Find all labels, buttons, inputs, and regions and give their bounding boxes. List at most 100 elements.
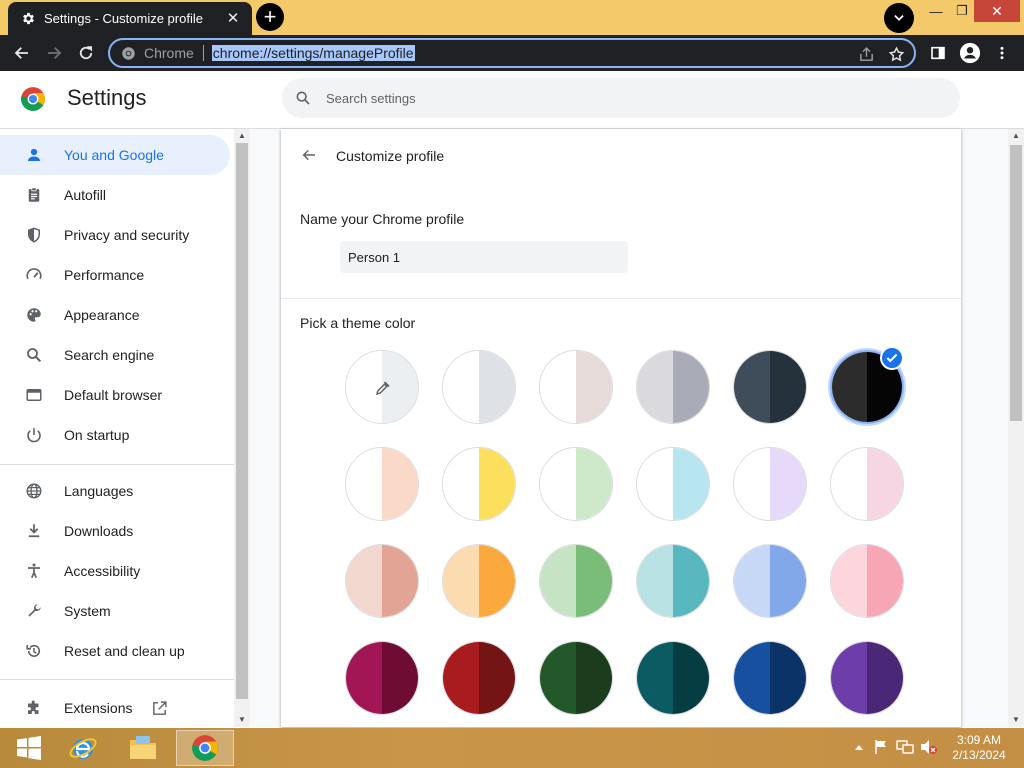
theme-swatch-teal[interactable] xyxy=(636,544,710,618)
minimize-button[interactable]: — xyxy=(922,0,950,22)
page-title: Settings xyxy=(67,85,147,110)
tray-chevron-up-icon[interactable] xyxy=(850,738,868,756)
accessibility-icon xyxy=(24,561,44,581)
main-scroll-thumb[interactable] xyxy=(1010,145,1022,421)
swatch-left-half xyxy=(443,642,479,714)
scroll-up-arrow-icon[interactable]: ▲ xyxy=(234,129,250,143)
theme-swatch-dark-slate[interactable] xyxy=(733,350,807,424)
swatch-left-half xyxy=(346,642,382,714)
card-header: Customize profile xyxy=(281,129,961,181)
tab-search-button[interactable] xyxy=(884,3,914,33)
swatch-right-half xyxy=(576,448,612,520)
profile-name-input[interactable] xyxy=(340,241,628,273)
sidebar-item-system[interactable]: System xyxy=(0,591,230,631)
sidebar-item-performance[interactable]: Performance xyxy=(0,255,230,295)
speedometer-icon xyxy=(24,265,44,285)
start-button[interactable] xyxy=(0,730,58,766)
profile-button[interactable] xyxy=(956,39,984,67)
sidebar-item-autofill[interactable]: Autofill xyxy=(0,175,230,215)
close-window-button[interactable]: ✕ xyxy=(974,0,1020,22)
sidebar-item-accessibility[interactable]: Accessibility xyxy=(0,551,230,591)
folder-icon xyxy=(130,736,156,759)
power-icon xyxy=(24,425,44,445)
sidebar-item-you-and-google[interactable]: You and Google xyxy=(0,135,230,175)
swatch-right-half xyxy=(479,351,515,423)
theme-swatch-default[interactable] xyxy=(442,350,516,424)
theme-swatch-green-dark[interactable] xyxy=(539,641,613,715)
sidebar-item-languages[interactable]: Languages xyxy=(0,471,230,511)
taskbar-chrome[interactable] xyxy=(176,730,234,766)
sidebar-item-default-browser[interactable]: Default browser xyxy=(0,375,230,415)
volume-muted-icon[interactable] xyxy=(920,738,938,756)
sidebar-item-extensions[interactable]: Extensions xyxy=(0,688,230,727)
theme-swatch-blue-dark[interactable] xyxy=(733,641,807,715)
theme-swatch-custom[interactable] xyxy=(345,350,419,424)
taskbar-internet-explorer[interactable] xyxy=(54,730,112,766)
reload-button[interactable] xyxy=(72,39,100,67)
tab-close-icon[interactable]: ✕ xyxy=(224,10,242,28)
swatch-left-half xyxy=(443,448,479,520)
theme-swatch-purple-dark[interactable] xyxy=(830,641,904,715)
sidebar-scroll-thumb[interactable] xyxy=(236,143,248,699)
scroll-down-arrow-icon[interactable]: ▼ xyxy=(234,713,250,727)
sidebar-item-on-startup[interactable]: On startup xyxy=(0,415,230,455)
sidebar-item-label: System xyxy=(64,603,111,619)
bookmark-star-icon[interactable] xyxy=(886,44,906,64)
theme-swatch-orange[interactable] xyxy=(442,544,516,618)
card-title: Customize profile xyxy=(336,148,445,164)
theme-swatch-peach-light[interactable] xyxy=(345,447,419,521)
theme-swatch-rose[interactable] xyxy=(345,544,419,618)
theme-swatch-magenta-dark[interactable] xyxy=(345,641,419,715)
swatch-right-half xyxy=(479,448,515,520)
theme-swatch-grey[interactable] xyxy=(636,350,710,424)
theme-swatch-pink-light[interactable] xyxy=(830,447,904,521)
arrow-left-icon xyxy=(14,47,28,59)
theme-swatch-teal-dark[interactable] xyxy=(636,641,710,715)
search-input[interactable] xyxy=(326,90,926,106)
share-icon[interactable] xyxy=(856,44,876,64)
clock-date: 2/13/2024 xyxy=(952,748,1006,762)
scroll-down-arrow-icon[interactable]: ▼ xyxy=(1008,713,1024,727)
sidebar-item-privacy[interactable]: Privacy and security xyxy=(0,215,230,255)
swatch-right-half xyxy=(576,545,612,617)
flag-icon[interactable] xyxy=(872,738,890,756)
menu-button[interactable] xyxy=(988,39,1016,67)
back-button[interactable] xyxy=(8,39,36,67)
restore-button[interactable]: ❐ xyxy=(950,0,974,22)
theme-swatch-red-dark[interactable] xyxy=(442,641,516,715)
theme-swatch-blue[interactable] xyxy=(733,544,807,618)
sidebar-item-label: Accessibility xyxy=(64,563,141,579)
forward-button[interactable] xyxy=(40,39,68,67)
sidebar-item-downloads[interactable]: Downloads xyxy=(0,511,230,551)
theme-swatch-yellow-light[interactable] xyxy=(442,447,516,521)
swatch-right-half xyxy=(673,351,709,423)
scroll-up-arrow-icon[interactable]: ▲ xyxy=(1008,129,1024,143)
sidebar-scrollbar[interactable]: ▲ ▼ xyxy=(234,129,250,727)
network-icon[interactable] xyxy=(896,738,914,756)
theme-swatch-pink[interactable] xyxy=(830,544,904,618)
back-arrow-button[interactable] xyxy=(297,143,321,167)
new-tab-button[interactable]: + xyxy=(256,3,284,31)
swatch-left-half xyxy=(443,545,479,617)
theme-swatch-lavender-light[interactable] xyxy=(733,447,807,521)
side-panel-button[interactable] xyxy=(924,39,952,67)
theme-swatch-cyan-light[interactable] xyxy=(636,447,710,521)
theme-swatch-light-warm-grey[interactable] xyxy=(539,350,613,424)
sidebar-item-appearance[interactable]: Appearance xyxy=(0,295,230,335)
tab-title: Settings - Customize profile xyxy=(44,11,203,26)
sidebar-item-reset[interactable]: Reset and clean up xyxy=(0,631,230,671)
swatch-right-half xyxy=(867,642,903,714)
sidebar-item-search-engine[interactable]: Search engine xyxy=(0,335,230,375)
taskbar-file-explorer[interactable] xyxy=(114,730,172,766)
swatch-left-half xyxy=(637,545,673,617)
palette-icon xyxy=(24,305,44,325)
main-scrollbar[interactable]: ▲ ▼ xyxy=(1008,129,1024,727)
theme-swatch-green[interactable] xyxy=(539,544,613,618)
tab-settings[interactable]: Settings - Customize profile ✕ xyxy=(8,2,252,35)
url-text[interactable]: chrome://settings/manageProfile xyxy=(211,45,415,61)
theme-swatch-green-light[interactable] xyxy=(539,447,613,521)
swatch-right-half xyxy=(673,642,709,714)
taskbar-clock[interactable]: 3:09 AM 2/13/2024 xyxy=(946,733,1012,763)
address-bar[interactable]: Chrome chrome://settings/manageProfile xyxy=(108,38,916,68)
search-settings-box[interactable] xyxy=(282,78,960,118)
